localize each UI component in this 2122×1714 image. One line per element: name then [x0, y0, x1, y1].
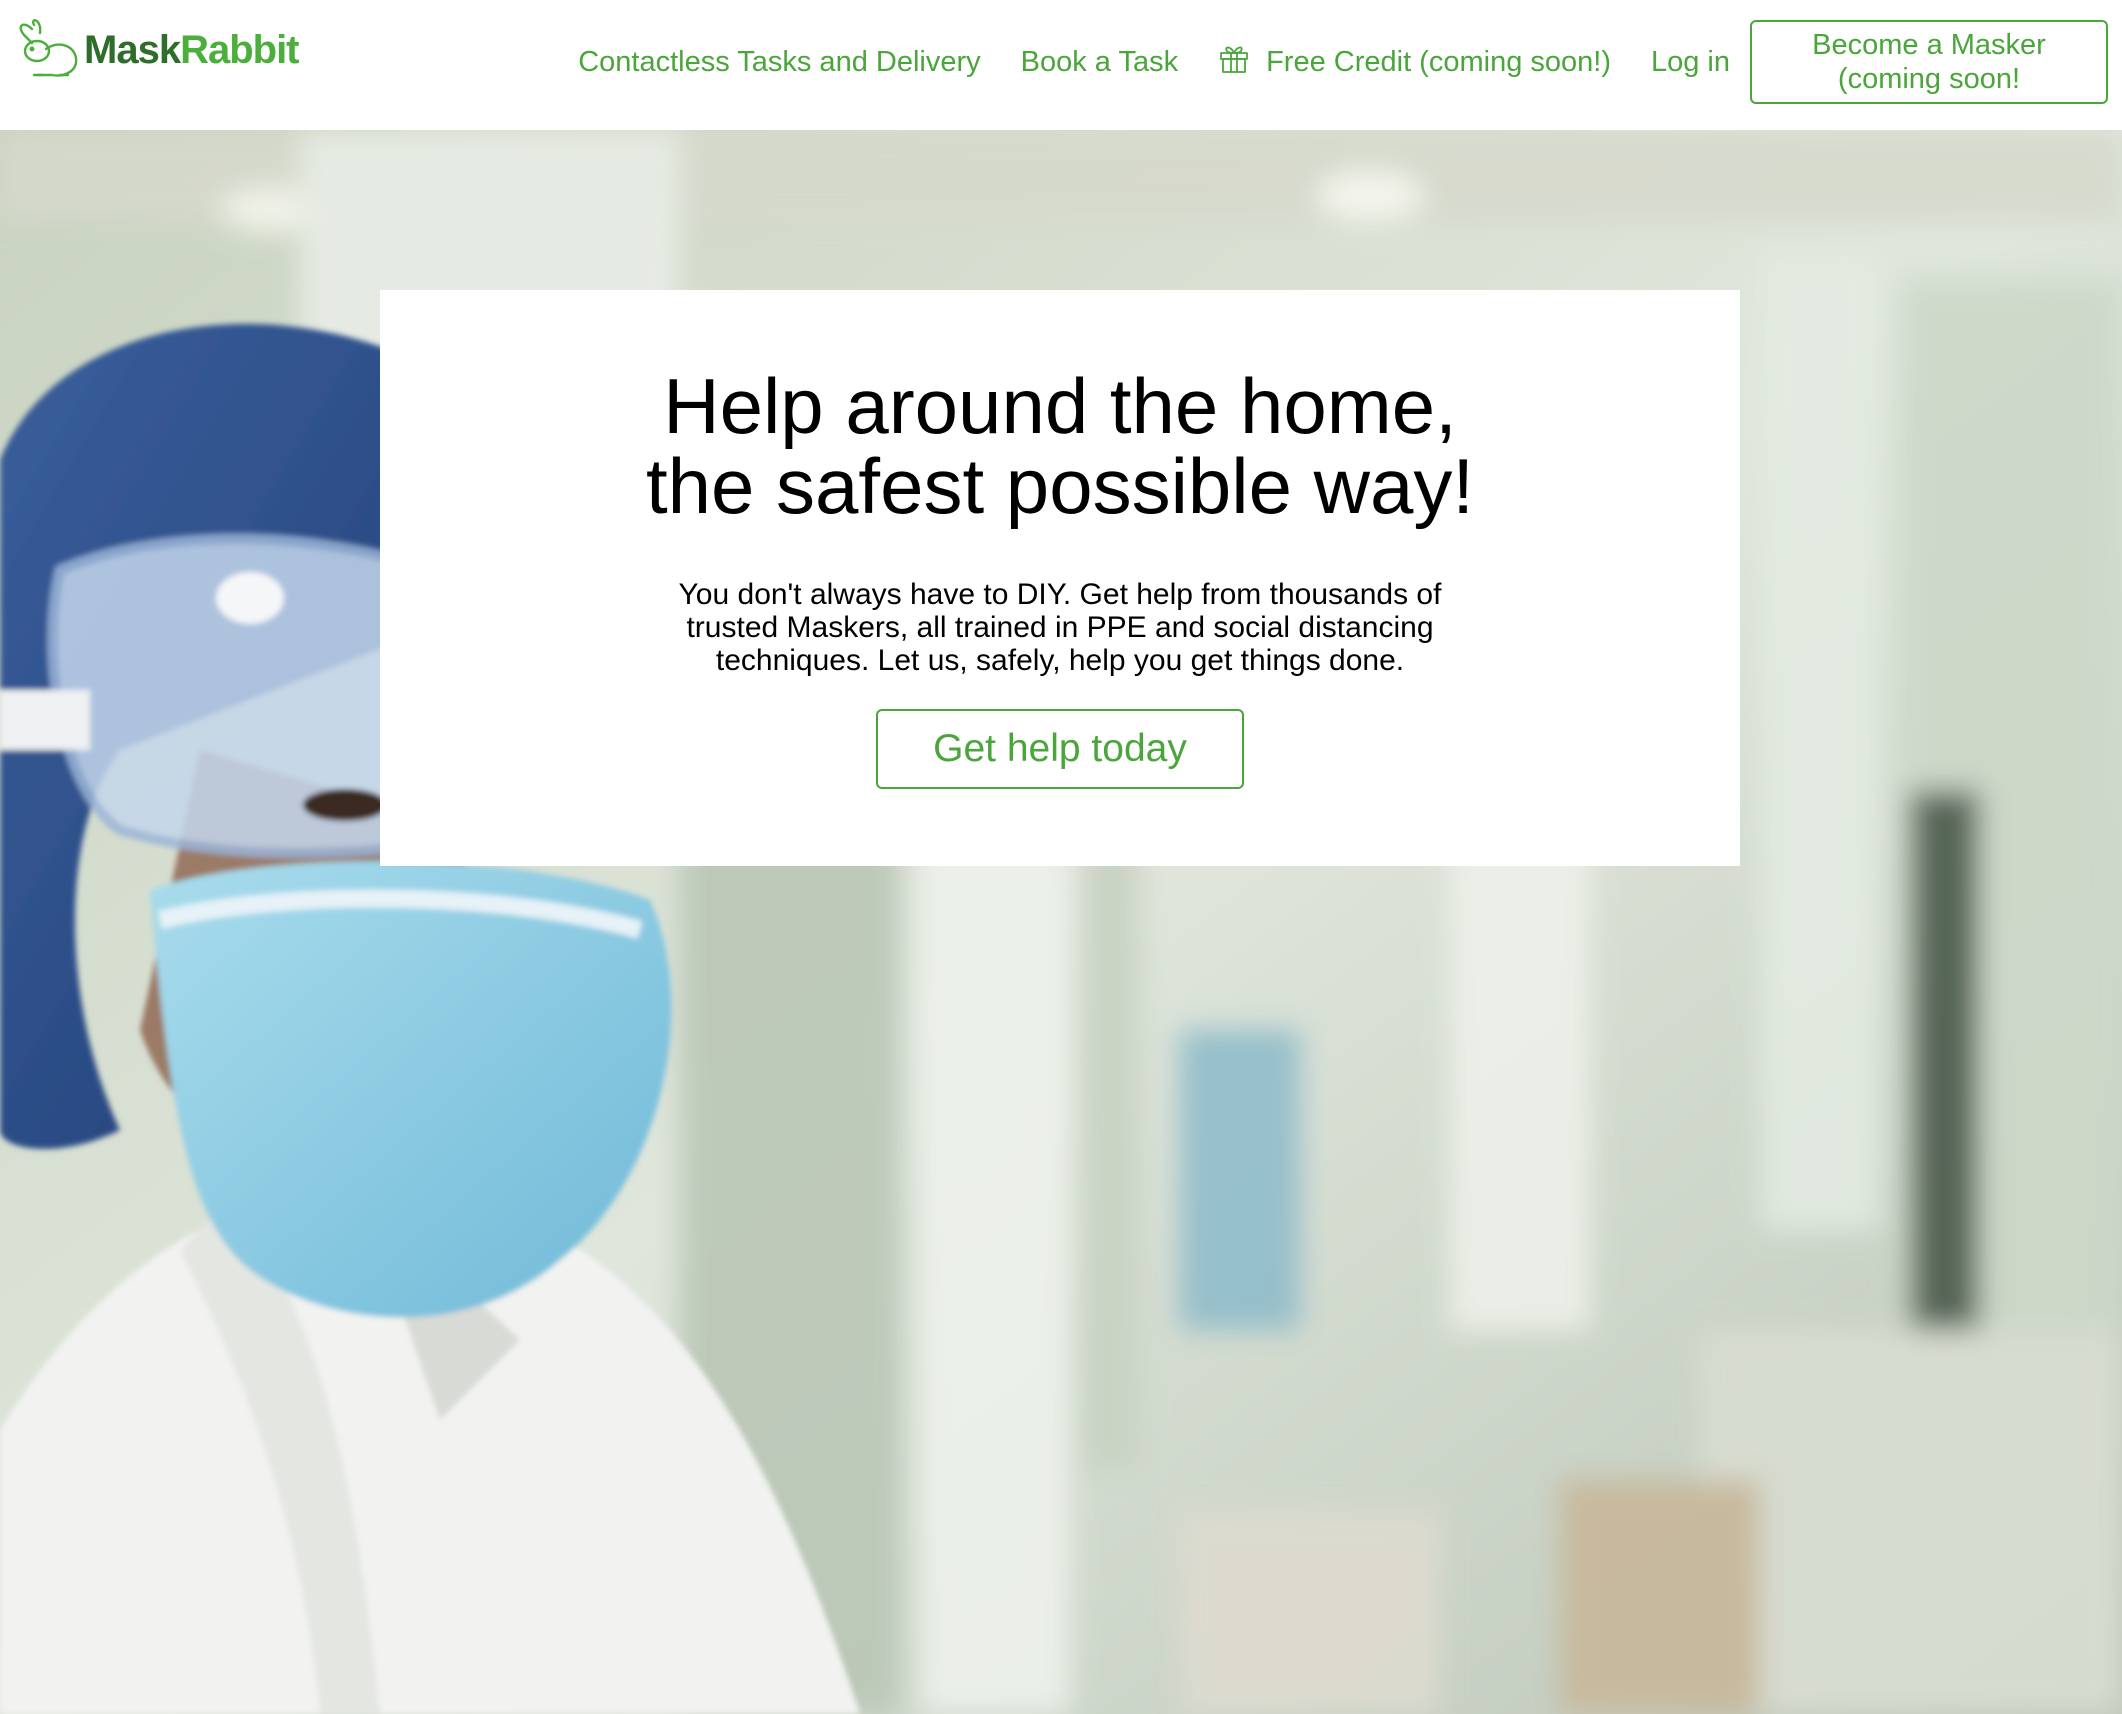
get-help-today-button[interactable]: Get help today — [876, 709, 1244, 789]
become-masker-line2: (coming soon! — [1837, 63, 2021, 95]
hero-headline: Help around the home, the safest possibl… — [380, 290, 1740, 526]
hero-subtext: You don't always have to DIY. Get help f… — [620, 578, 1500, 677]
nav-book-task[interactable]: Book a Task — [1021, 46, 1178, 79]
nav-free-credit-label: Free Credit (coming soon!) — [1266, 45, 1611, 78]
hero-card: Help around the home, the safest possibl… — [380, 290, 1740, 866]
gift-icon — [1218, 42, 1250, 82]
rabbit-logo-icon — [19, 19, 78, 77]
become-masker-button[interactable]: Become a Masker (coming soon! — [1750, 20, 2108, 104]
nav-contactless-tasks[interactable]: Contactless Tasks and Delivery — [578, 46, 980, 79]
site-header: MaskRabbit Contactless Tasks and Deliver… — [0, 0, 2122, 130]
logo[interactable]: MaskRabbit — [12, 18, 300, 82]
hero-subtext-line1: You don't always have to DIY. Get help f… — [678, 578, 1442, 611]
hero-section: Help around the home, the safest possibl… — [0, 130, 2122, 1714]
hero-headline-line1: Help around the home, — [663, 362, 1457, 450]
main-nav: Contactless Tasks and Delivery Book a Ta… — [578, 0, 2108, 124]
hero-subtext-line3: techniques. Let us, safely, help you get… — [715, 644, 1405, 677]
hero-subtext-line2: trusted Maskers, all trained in PPE and … — [686, 611, 1434, 644]
logo-text-rabbit: Rabbit — [180, 28, 299, 72]
hero-headline-line2: the safest possible way! — [645, 442, 1475, 530]
logo-text-mask: Mask — [84, 28, 181, 72]
nav-free-credit[interactable]: Free Credit (coming soon!) — [1218, 42, 1611, 82]
nav-log-in[interactable]: Log in — [1651, 46, 1730, 79]
become-masker-line1: Become a Masker — [1812, 29, 2046, 61]
logo-text: MaskRabbit — [84, 28, 300, 72]
